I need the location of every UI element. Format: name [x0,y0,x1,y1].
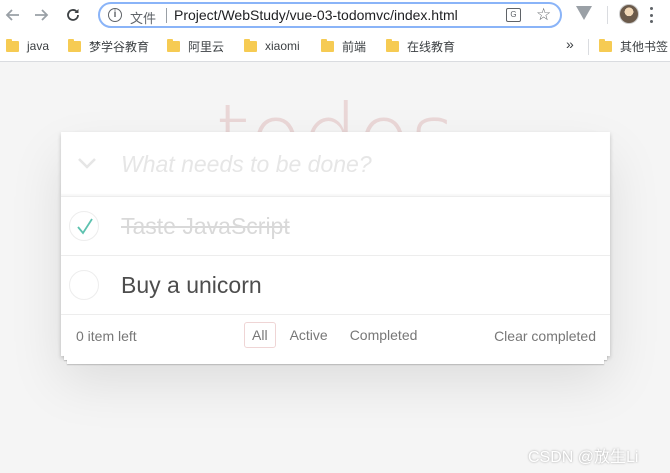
folder-icon [6,38,19,52]
bookmark-other[interactable]: 其他书签 [599,38,668,54]
todo-title[interactable]: Taste JavaScript [121,213,290,240]
url-divider [166,8,167,23]
todo-footer: 0 item left All Active Completed Clear c… [61,315,610,356]
folder-icon [321,38,334,52]
todo-title[interactable]: Buy a unicorn [121,272,262,299]
toolbar-divider [607,6,608,24]
chevron-down-icon [78,158,96,169]
vue-devtools-extension-icon[interactable] [576,6,592,20]
arrow-right-icon [35,9,49,21]
todo-item: Buy a unicorn [61,256,610,315]
browser-menu-icon[interactable] [650,7,654,23]
info-icon[interactable]: i [108,8,122,22]
bookmarks-bar: java 梦学谷教育 阿里云 xiaomi 前端 在线教育 » 其他书签 [0,30,670,62]
todo-app: Taste JavaScript Buy a unicorn 0 item le… [61,132,610,356]
csdn-watermark: CSDN @放生Li [528,449,639,466]
filter-completed[interactable]: Completed [342,322,426,348]
filter-all[interactable]: All [244,322,276,348]
address-bar[interactable]: i 文件 Project/WebStudy/vue-03-todomvc/ind… [98,2,562,28]
url-text[interactable]: Project/WebStudy/vue-03-todomvc/index.ht… [174,7,458,23]
bookmark-mengxuegu[interactable]: 梦学谷教育 [68,38,149,54]
clear-completed-button[interactable]: Clear completed [494,328,596,344]
items-left-count: 0 item left [76,328,137,344]
more-bookmarks-button[interactable]: » [566,36,574,52]
bookmark-java[interactable]: java [6,38,49,54]
todo-item: Taste JavaScript [61,197,610,256]
arrow-left-icon [5,9,19,21]
folder-icon [386,38,399,52]
translate-icon[interactable]: G [506,8,521,22]
bookmark-aliyun[interactable]: 阿里云 [167,38,224,54]
bookmark-frontend[interactable]: 前端 [321,38,366,54]
paper-stack-layer [67,359,604,364]
bookmark-xiaomi[interactable]: xiaomi [244,38,300,54]
browser-toolbar: i 文件 Project/WebStudy/vue-03-todomvc/ind… [0,0,670,30]
todo-toggle-checkbox[interactable] [69,211,99,241]
folder-icon [244,38,257,52]
reload-icon [67,9,79,21]
bookmarks-divider [588,39,589,55]
filter-list: All Active Completed [241,322,428,348]
profile-avatar[interactable] [619,4,639,24]
toggle-all-button[interactable] [77,156,97,169]
forward-button[interactable] [30,4,52,26]
todo-header [61,132,610,197]
folder-icon [68,38,81,52]
url-scheme: 文件 [130,11,157,26]
back-button[interactable] [2,4,24,26]
new-todo-input[interactable] [121,148,591,180]
bookmark-online-education[interactable]: 在线教育 [386,38,455,54]
reload-button[interactable] [62,4,84,26]
folder-icon [167,38,180,52]
checkmark-icon [77,218,93,235]
filter-active[interactable]: Active [282,322,336,348]
bookmark-star-icon[interactable]: ☆ [536,5,551,25]
folder-icon [599,38,612,52]
todo-toggle-checkbox[interactable] [69,270,99,300]
